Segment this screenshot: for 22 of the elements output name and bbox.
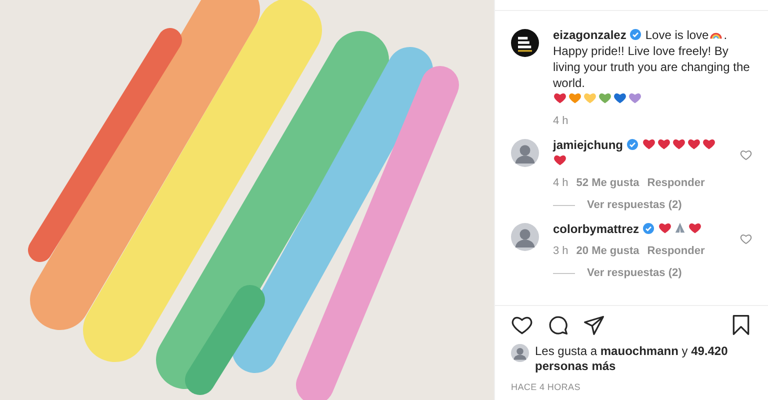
- bookmark-icon[interactable]: [730, 314, 752, 336]
- username-link[interactable]: jamiejchung: [553, 138, 624, 152]
- caption-text: Happy pride!! Live love freely! By living your truth you are changing the world.: [553, 43, 751, 91]
- share-icon[interactable]: [583, 314, 605, 336]
- time-text: 3 h: [553, 245, 568, 257]
- likes-count-button[interactable]: 52 Me gusta: [576, 177, 640, 189]
- time-text: 4 h: [553, 177, 568, 189]
- username-link[interactable]: eizagonzalez: [553, 28, 626, 42]
- caption-text: .: [724, 28, 728, 42]
- like-icon[interactable]: [511, 314, 533, 336]
- reply-button[interactable]: Responder: [647, 177, 705, 189]
- caption-text: Love is love: [645, 28, 709, 42]
- reply-button[interactable]: Responder: [647, 245, 705, 257]
- likes-count-button[interactable]: 20 Me gusta: [576, 245, 640, 257]
- avatar[interactable]: [511, 29, 539, 57]
- view-replies-button[interactable]: Ver respuestas (2): [587, 199, 682, 211]
- post-timestamp: HACE 4 HORAS: [511, 382, 582, 392]
- time-text: 4 h: [553, 115, 568, 127]
- comment-icon[interactable]: [547, 314, 569, 336]
- username-link[interactable]: colorbymattrez: [553, 222, 640, 236]
- view-replies-button[interactable]: Ver respuestas (2): [587, 267, 682, 279]
- likes-summary: Les gusta a mauochmann y 49.420 personas más: [535, 344, 729, 374]
